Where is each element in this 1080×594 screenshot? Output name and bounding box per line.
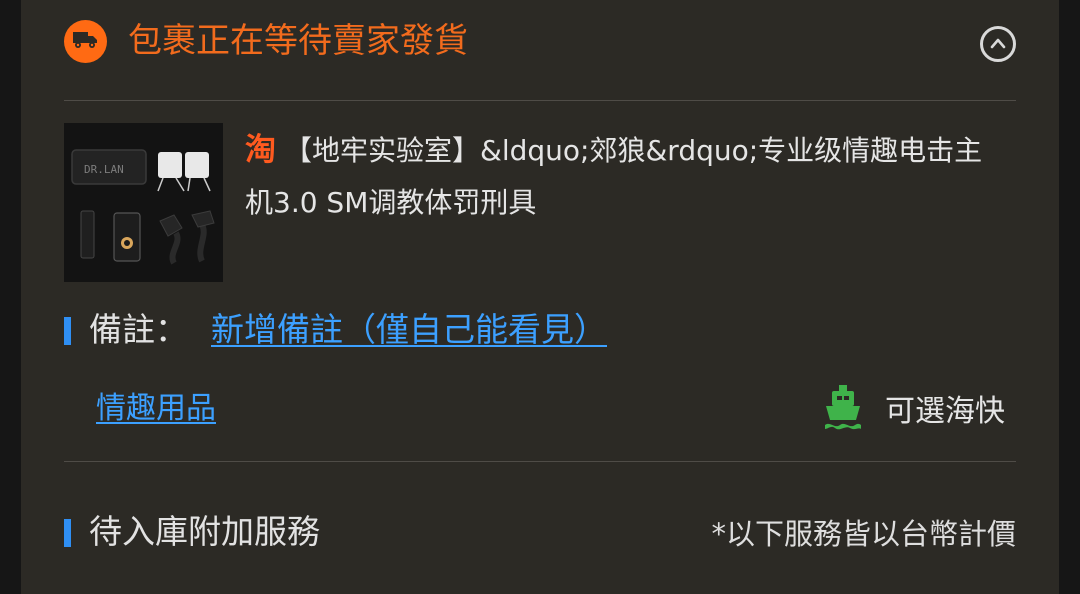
product-thumbnail[interactable]: DR.LAN [64,123,223,282]
package-card: 包裹正在等待賣家發貨 DR.LAN 淘【地牢实验室】&ldquo;郊狼&rdqu… [21,0,1059,594]
divider [64,461,1016,462]
pending-services-title: 待入庫附加服務 [89,512,320,551]
product-image-brand: DR.LAN [84,163,124,176]
section-accent-bar [64,519,71,547]
package-status-text: 包裹正在等待賣家發貨 [128,21,468,61]
ship-icon [824,385,862,431]
remark-label: 備註： [89,310,188,349]
category-link[interactable]: 情趣用品 [96,387,216,431]
section-accent-bar [64,317,71,345]
add-remark-link[interactable]: 新增備註（僅自己能看見） [211,304,607,356]
truck-icon [64,20,107,63]
currency-note: *以下服務皆以台幣計價 [711,517,1016,551]
taobao-source-icon: 淘 [245,132,276,168]
divider [64,100,1016,101]
chevron-up-circle-icon[interactable] [980,26,1016,62]
shipping-option-label: 可選海快 [885,394,1005,429]
product-title[interactable]: 淘【地牢实验室】&ldquo;郊狼&rdquo;专业级情趣电击主机3.0 SM调… [245,124,1005,229]
product-title-text: 【地牢实验室】&ldquo;郊狼&rdquo;专业级情趣电击主机3.0 SM调教… [245,134,983,219]
package-status-header[interactable]: 包裹正在等待賣家發貨 [64,0,1016,100]
remark-row: 備註： 新增備註（僅自己能看見） [64,304,1016,356]
pending-services-header: 待入庫附加服務 *以下服務皆以台幣計價 [64,506,1016,558]
